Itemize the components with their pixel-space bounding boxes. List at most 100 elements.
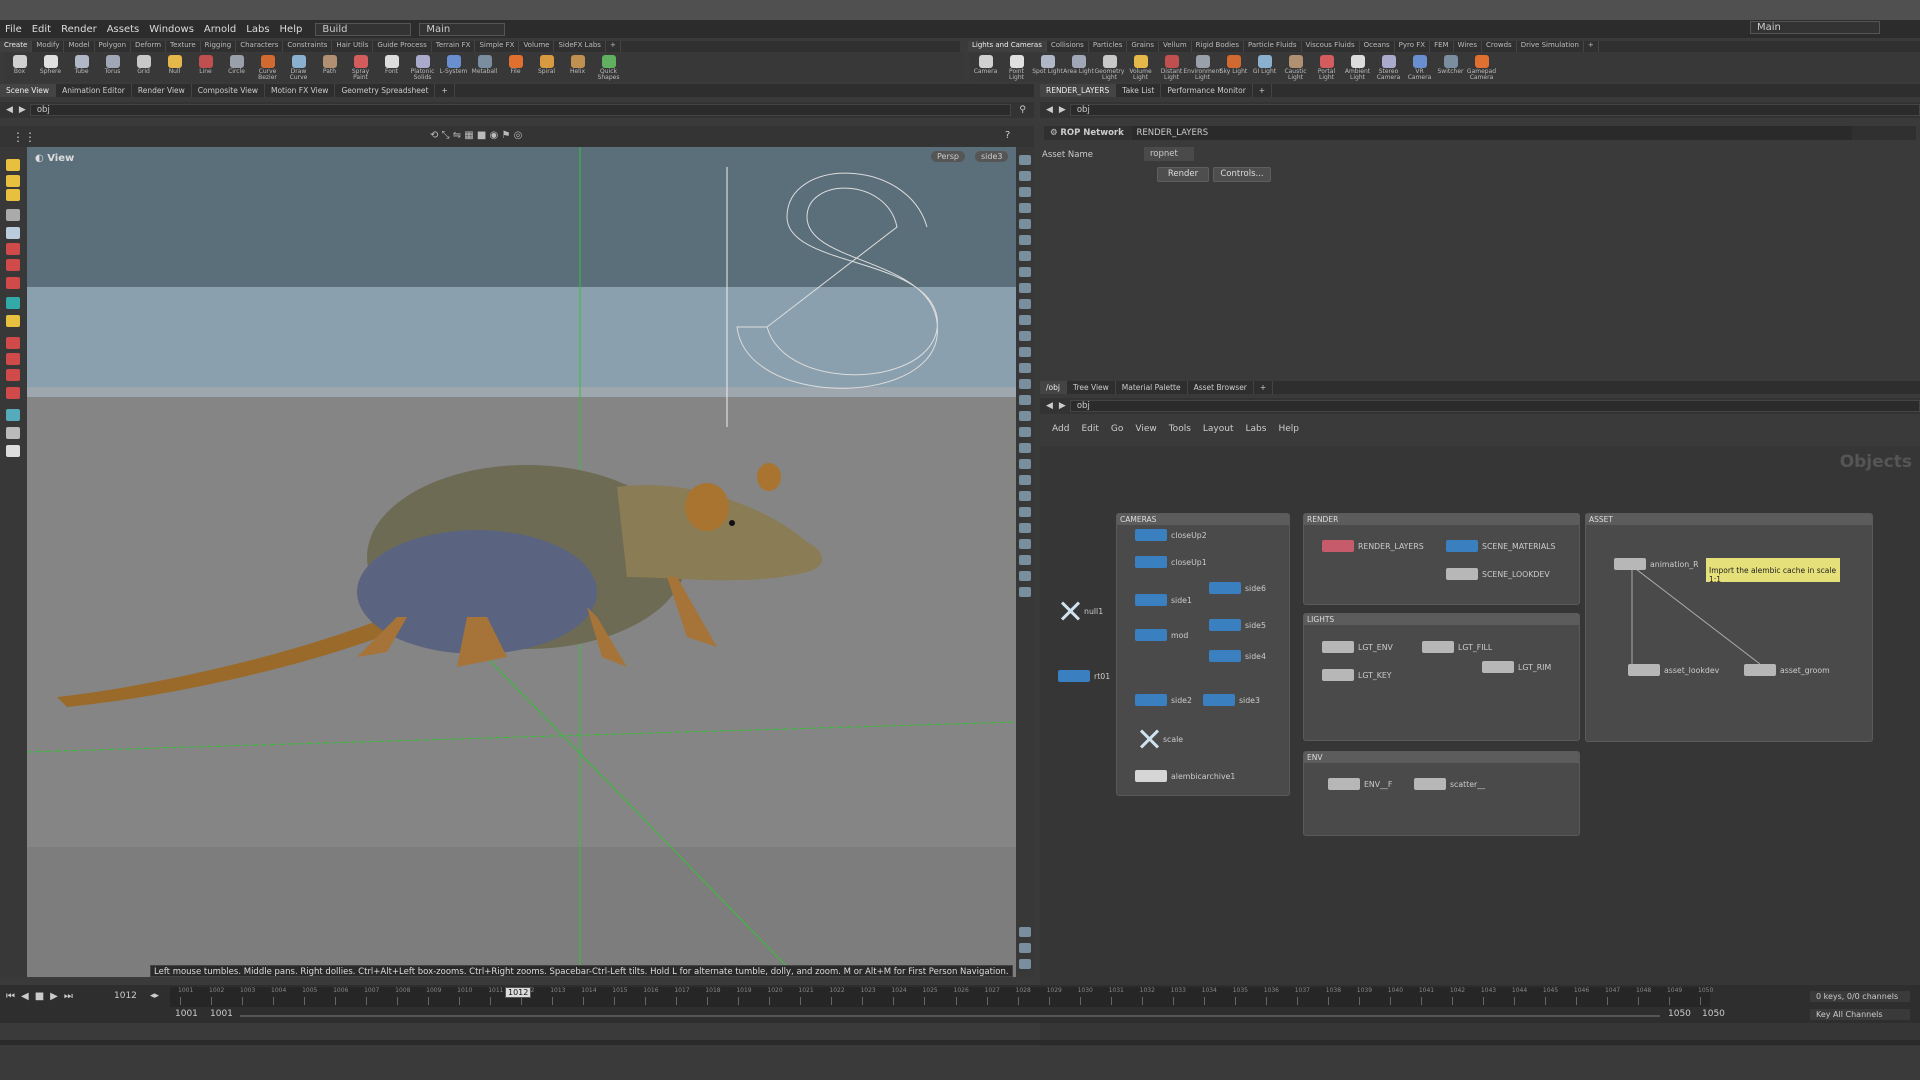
display-option-icon[interactable] xyxy=(1019,539,1031,549)
node-asset-lookdev[interactable]: asset_lookdev xyxy=(1628,664,1719,676)
node-side6[interactable]: side6 xyxy=(1209,582,1266,594)
shelf-tool-sphere[interactable]: Sphere xyxy=(35,53,66,82)
display-option-icon[interactable] xyxy=(1019,299,1031,309)
range-start-field[interactable]: 1001 xyxy=(175,1009,198,1019)
menu-assets[interactable]: Assets xyxy=(102,24,145,35)
tab-material-palette[interactable]: Material Palette xyxy=(1116,381,1188,394)
shelf-tool-circle[interactable]: Circle xyxy=(221,53,252,82)
shelf-tool-file[interactable]: File xyxy=(500,53,531,82)
shelf-tool-gamepad-camera[interactable]: Gamepad Camera xyxy=(1466,53,1497,82)
tab-performance-monitor[interactable]: Performance Monitor xyxy=(1161,84,1253,97)
add-pane-tab-icon[interactable]: + xyxy=(1253,84,1273,97)
display-option-icon[interactable] xyxy=(1019,395,1031,405)
render-button[interactable]: Render xyxy=(1157,167,1209,182)
shelf-tool-distant-light[interactable]: Distant Light xyxy=(1156,53,1187,82)
shelf-tab-collisions[interactable]: Collisions xyxy=(1047,41,1089,52)
sticky-note[interactable]: Import the alembic cache in scale 1:1 xyxy=(1706,558,1840,584)
tab-composite-view[interactable]: Composite View xyxy=(192,84,265,97)
shelf-tab-volume[interactable]: Volume xyxy=(519,41,555,52)
view-tool-icon[interactable] xyxy=(6,315,20,327)
display-option-icon[interactable] xyxy=(1019,571,1031,581)
shelf-tool-path[interactable]: Path xyxy=(314,53,345,82)
render-region-icon[interactable] xyxy=(6,427,20,439)
right-top-path-field[interactable]: obj xyxy=(1069,104,1920,116)
add-shelf-tab-icon[interactable]: + xyxy=(606,41,621,52)
rop-name-field[interactable]: RENDER_LAYERS xyxy=(1132,126,1853,140)
shelf-tool-metaball[interactable]: Metaball xyxy=(469,53,500,82)
tab-network-obj[interactable]: /obj xyxy=(1040,381,1067,394)
main-selector-left[interactable]: Main xyxy=(419,22,506,36)
tab-scene-view[interactable]: Scene View xyxy=(0,84,57,97)
light-tool-icon[interactable] xyxy=(6,387,20,399)
frame-ruler[interactable]: 1001 1002 1003 1004 1005 1006 1007 1008 1009 1010… xyxy=(170,987,1713,1007)
camera-menu[interactable]: side3 xyxy=(975,151,1009,162)
shelf-tab-fem[interactable]: FEM xyxy=(1430,41,1454,52)
netbox-lights[interactable]: LIGHTS LGT_ENV LGT_FILL LGT_RIM LGT_KEY xyxy=(1303,613,1580,741)
display-option-icon[interactable] xyxy=(1019,267,1031,277)
net-menu-go[interactable]: Go xyxy=(1105,424,1129,434)
shelf-tool-helix[interactable]: Helix xyxy=(562,53,593,82)
node-side1[interactable]: side1 xyxy=(1135,594,1192,606)
shelf-tool-spray-paint[interactable]: Spray Paint xyxy=(345,53,376,82)
back-arrow-icon[interactable]: ◀ xyxy=(0,105,19,115)
net-menu-view[interactable]: View xyxy=(1129,424,1162,434)
node-lgt-rim[interactable]: LGT_RIM xyxy=(1482,661,1551,673)
shelf-tool-tube[interactable]: Tube xyxy=(66,53,97,82)
node-closeup2[interactable]: closeUp2 xyxy=(1135,529,1207,541)
node-side2[interactable]: side2 xyxy=(1135,694,1192,706)
shelf-tab-terrain-fx[interactable]: Terrain FX xyxy=(432,41,476,52)
node-side5[interactable]: side5 xyxy=(1209,619,1266,631)
tab-render-view[interactable]: Render View xyxy=(132,84,192,97)
add-shelf-tab-icon[interactable]: + xyxy=(1584,41,1599,52)
netbox-render[interactable]: RENDER RENDER_LAYERS SCENE_MATERIALS SCE… xyxy=(1303,513,1580,605)
display-option-icon[interactable] xyxy=(1019,523,1031,533)
display-option-icon[interactable] xyxy=(1019,411,1031,421)
display-option-icon[interactable] xyxy=(1019,235,1031,245)
pin-icon[interactable]: ⚲ xyxy=(1011,105,1034,115)
play-forward-icon[interactable]: ▶ xyxy=(50,991,58,1002)
help-icon[interactable]: ? xyxy=(1005,130,1010,141)
orient-icon[interactable] xyxy=(6,369,20,381)
shelf-tab-viscous-fluids[interactable]: Viscous Fluids xyxy=(1302,41,1360,52)
display-option-icon[interactable] xyxy=(1019,251,1031,261)
node-env-f[interactable]: ENV__F xyxy=(1328,778,1392,790)
shelf-tab-modify[interactable]: Modify xyxy=(32,41,65,52)
forward-arrow-icon[interactable]: ▶ xyxy=(19,105,26,115)
shelf-tab-pyro-fx[interactable]: Pyro FX xyxy=(1395,41,1431,52)
add-pane-tab-icon[interactable]: + xyxy=(435,84,455,97)
playhead-marker[interactable]: 1012 xyxy=(505,987,532,998)
shelf-tool-volume-light[interactable]: Volume Light xyxy=(1125,53,1156,82)
display-option-icon[interactable] xyxy=(1019,379,1031,389)
net-menu-help[interactable]: Help xyxy=(1272,424,1305,434)
stop-icon[interactable]: ■ xyxy=(35,991,44,1002)
shelf-tool-font[interactable]: Font xyxy=(376,53,407,82)
scene-viewport[interactable]: ◐ View Persp side3 xyxy=(27,147,1016,977)
shelf-tool-box[interactable]: Box xyxy=(4,53,35,82)
jump-end-icon[interactable]: ⏭ xyxy=(64,991,73,1002)
node-asset-groom[interactable]: asset_groom xyxy=(1744,664,1830,676)
netbox-cameras[interactable]: CAMERAS closeUp2 closeUp1 side1 mod side… xyxy=(1116,513,1290,796)
key-all-channels-menu[interactable]: Key All Channels xyxy=(1810,1009,1910,1020)
shelf-tab-wires[interactable]: Wires xyxy=(1454,41,1482,52)
shelf-tab-vellum[interactable]: Vellum xyxy=(1159,41,1192,52)
handle-icon[interactable] xyxy=(6,243,20,255)
display-option-icon[interactable] xyxy=(1019,203,1031,213)
shelf-tab-constraints[interactable]: Constraints xyxy=(283,41,333,52)
step-icon[interactable]: ◂▸ xyxy=(150,991,159,1001)
shelf-tab-model[interactable]: Model xyxy=(64,41,95,52)
menu-help[interactable]: Help xyxy=(275,24,308,35)
net-menu-edit[interactable]: Edit xyxy=(1075,424,1104,434)
shelf-tool-caustic-light[interactable]: Caustic Light xyxy=(1280,53,1311,82)
brush-icon[interactable] xyxy=(6,277,20,289)
desktop-selector[interactable]: Build xyxy=(315,22,412,36)
grid-view-icon[interactable] xyxy=(1019,943,1031,953)
shelf-tool-spot-light[interactable]: Spot Light xyxy=(1032,53,1063,82)
menu-edit[interactable]: Edit xyxy=(27,24,56,35)
persp-menu[interactable]: Persp xyxy=(931,151,965,162)
shelf-tab-crowds[interactable]: Crowds xyxy=(1482,41,1517,52)
net-menu-labs[interactable]: Labs xyxy=(1240,424,1273,434)
play-back-icon[interactable]: ◀ xyxy=(21,991,29,1002)
display-option-icon[interactable] xyxy=(1019,459,1031,469)
snapshot-icon[interactable] xyxy=(1019,959,1031,969)
net-menu-tools[interactable]: Tools xyxy=(1163,424,1197,434)
